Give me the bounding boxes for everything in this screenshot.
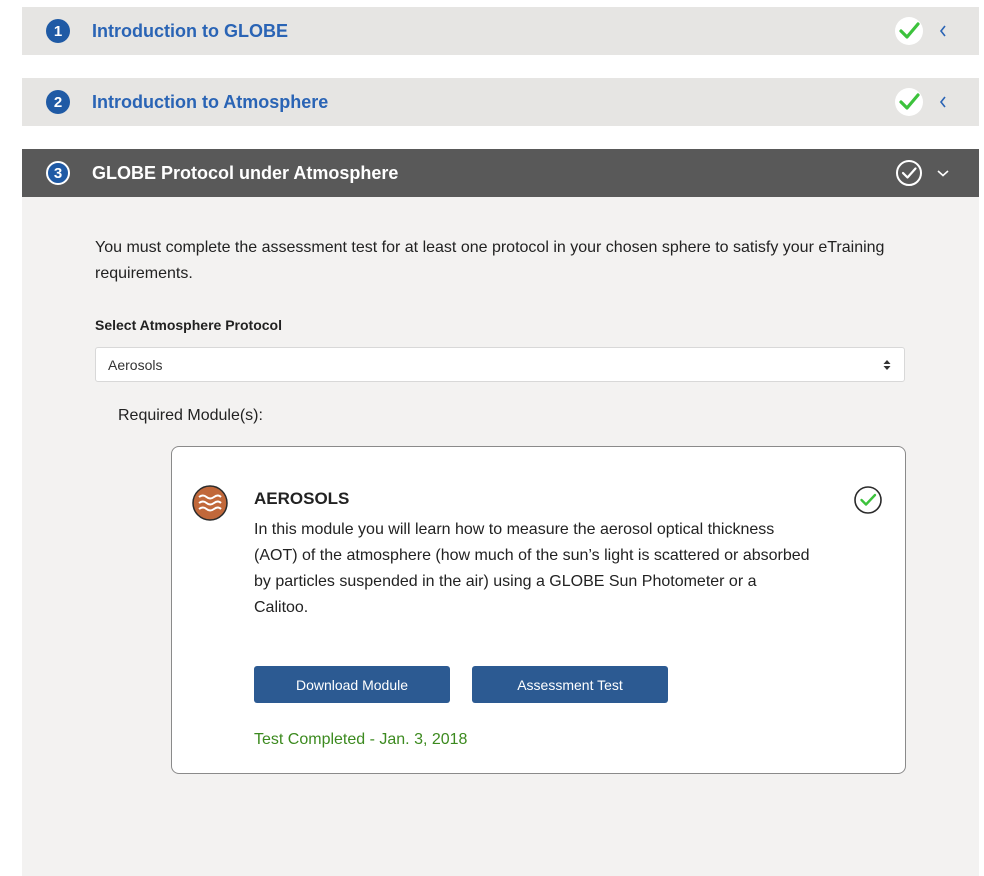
section-number-badge: 2	[46, 90, 70, 114]
check-icon	[895, 17, 923, 45]
test-status-text: Test Completed - Jan. 3, 2018	[254, 731, 468, 748]
check-circle-icon	[895, 159, 923, 187]
select-arrows-icon	[883, 360, 891, 370]
check-icon	[895, 88, 923, 116]
protocol-select-value: Aerosols	[108, 356, 163, 373]
required-modules-label: Required Module(s):	[118, 407, 263, 424]
chevron-left-icon[interactable]	[937, 25, 949, 37]
section-title: Introduction to Atmosphere	[92, 91, 329, 112]
section-header-globe-protocol-under-atmosphere[interactable]: 3 GLOBE Protocol under Atmosphere	[22, 149, 979, 197]
chevron-down-icon[interactable]	[937, 167, 949, 179]
protocol-select[interactable]: Aerosols	[95, 347, 905, 382]
intro-text: You must complete the assessment test fo…	[95, 239, 885, 282]
select-label: Select Atmosphere Protocol	[95, 317, 282, 333]
download-module-button[interactable]: Download Module	[254, 666, 450, 703]
section-number-badge: 3	[46, 161, 70, 185]
section-panel-globe-protocol: You must complete the assessment test fo…	[22, 197, 979, 876]
module-title: AEROSOLS	[254, 489, 350, 508]
section-header-introduction-to-atmosphere[interactable]: 2 Introduction to Atmosphere	[22, 78, 979, 126]
aerosols-waves-icon	[192, 485, 228, 521]
check-circle-icon	[854, 486, 882, 514]
section-title: Introduction to GLOBE	[92, 20, 288, 41]
section-header-introduction-to-globe[interactable]: 1 Introduction to GLOBE	[22, 7, 979, 55]
module-description: In this module you will learn how to mea…	[254, 521, 810, 616]
module-card-aerosols: AEROSOLS In this module you will learn h…	[171, 446, 906, 774]
section-title: GLOBE Protocol under Atmosphere	[92, 162, 399, 183]
assessment-test-button[interactable]: Assessment Test	[472, 666, 668, 703]
section-number-badge: 1	[46, 19, 70, 43]
chevron-left-icon[interactable]	[937, 96, 949, 108]
